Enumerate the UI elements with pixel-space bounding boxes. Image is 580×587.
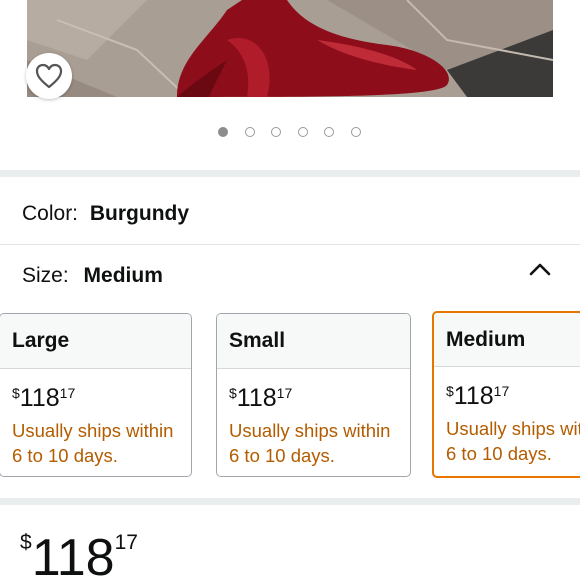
- color-value: Burgundy: [89, 202, 190, 225]
- color-row: Color: Burgundy: [22, 202, 189, 226]
- carousel-dot[interactable]: [351, 127, 361, 137]
- size-option-price: $11817: [446, 382, 510, 410]
- shipping-note: Usually ships wit 6 to 10 days.: [446, 418, 580, 464]
- carousel-dot[interactable]: [324, 127, 334, 137]
- image-carousel-dots: [0, 127, 580, 141]
- row-divider: [0, 244, 580, 245]
- add-to-wishlist-button[interactable]: [26, 53, 72, 99]
- shipping-note: Usually ships within 6 to 10 days.: [12, 420, 174, 466]
- size-option-medium[interactable]: Medium $11817 Usually ships wit 6 to 10 …: [432, 311, 580, 478]
- size-label: Size:: [22, 264, 69, 287]
- chevron-up-icon[interactable]: [529, 262, 551, 276]
- size-option-name: Large: [0, 314, 191, 369]
- size-option-name: Small: [217, 314, 410, 369]
- size-row[interactable]: Size: Medium: [22, 264, 562, 290]
- product-image[interactable]: [27, 0, 553, 97]
- size-option-large[interactable]: Large $11817 Usually ships within 6 to 1…: [0, 313, 192, 477]
- color-label: Color:: [22, 202, 79, 225]
- size-option-price: $11817: [229, 384, 293, 412]
- carousel-dot[interactable]: [218, 127, 228, 137]
- section-divider: [0, 498, 580, 505]
- carousel-dot[interactable]: [298, 127, 308, 137]
- size-option-small[interactable]: Small $11817 Usually ships within 6 to 1…: [216, 313, 411, 477]
- carousel-dot[interactable]: [271, 127, 281, 137]
- size-option-price: $11817: [12, 384, 76, 412]
- section-divider: [0, 170, 580, 177]
- size-value: Medium: [83, 264, 163, 287]
- product-price: $11817: [20, 529, 138, 587]
- carousel-dot[interactable]: [245, 127, 255, 137]
- size-option-name: Medium: [434, 313, 580, 367]
- heart-outline-icon: [35, 63, 63, 89]
- shipping-note: Usually ships within 6 to 10 days.: [229, 420, 391, 466]
